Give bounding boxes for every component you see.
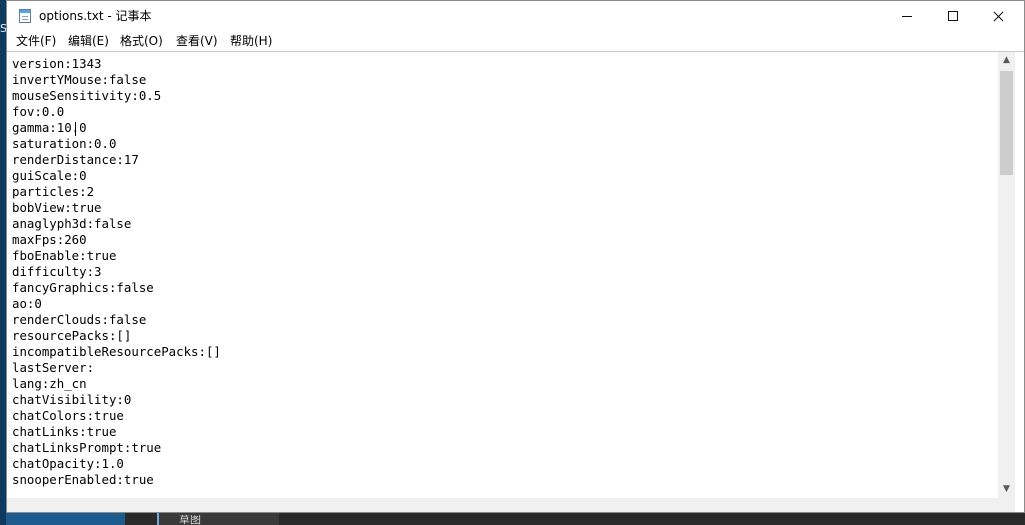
maximize-button[interactable] — [930, 1, 976, 31]
text-line[interactable]: guiScale:0 — [7, 168, 997, 184]
text-line[interactable]: incompatibleResourcePacks:[] — [7, 344, 997, 360]
horizontal-scrollbar[interactable] — [7, 498, 998, 512]
menu-view[interactable]: 查看(V) — [176, 34, 218, 48]
text-line[interactable]: invertYMouse:false — [7, 72, 997, 88]
text-line[interactable]: anaglyph3d:false — [7, 216, 997, 232]
text-line[interactable]: bobView:true — [7, 200, 997, 216]
notepad-window: options.txt - 记事本 文件(F) 编辑(E) 格式(O) 查看(V… — [6, 0, 1025, 513]
text-line[interactable]: resourcePacks:[] — [7, 328, 997, 344]
vertical-scrollbar[interactable]: ▲ ▼ — [998, 52, 1015, 498]
text-line[interactable]: lang:zh_cn — [7, 376, 997, 392]
text-line[interactable]: chatLinksPrompt:true — [7, 440, 997, 456]
text-line[interactable]: fboEnable:true — [7, 248, 997, 264]
title-bar[interactable]: options.txt - 记事本 — [7, 1, 1024, 31]
chevron-up-icon[interactable]: ▲ — [998, 52, 1015, 69]
text-caret — [75, 122, 76, 136]
text-line[interactable]: gamma:10.0 — [7, 120, 997, 136]
text-line[interactable]: chatLinks:true — [7, 424, 997, 440]
chevron-down-icon[interactable]: ▼ — [998, 481, 1015, 498]
text-line[interactable]: version:1343 — [7, 56, 997, 72]
text-line[interactable]: mouseSensitivity:0.5 — [7, 88, 997, 104]
menu-help[interactable]: 帮助(H) — [230, 34, 272, 48]
menu-bar: 文件(F) 编辑(E) 格式(O) 查看(V) 帮助(H) — [7, 31, 1024, 51]
scrollbar-corner — [998, 498, 1015, 512]
taskbar-item-label: 草图 — [179, 515, 201, 525]
text-line[interactable]: renderDistance:17 — [7, 152, 997, 168]
taskbar-item[interactable]: 草图 — [157, 513, 279, 525]
text-line[interactable]: fancyGraphics:false — [7, 280, 997, 296]
text-line[interactable]: fov:0.0 — [7, 104, 997, 120]
close-button[interactable] — [976, 1, 1022, 31]
menu-file[interactable]: 文件(F) — [16, 34, 56, 48]
text-line[interactable]: chatOpacity:1.0 — [7, 456, 997, 472]
text-line[interactable]: chatColors:true — [7, 408, 997, 424]
scrollbar-thumb[interactable] — [1000, 71, 1013, 175]
minimize-button[interactable] — [884, 1, 930, 31]
text-content[interactable]: version:1343 invertYMouse:false mouseSensi… — [7, 52, 997, 512]
menu-edit[interactable]: 编辑(E) — [68, 34, 109, 48]
text-line[interactable]: renderClouds:false — [7, 312, 997, 328]
text-line[interactable]: particles:2 — [7, 184, 997, 200]
text-line[interactable]: ao:0 — [7, 296, 997, 312]
text-line[interactable]: snooperEnabled:true — [7, 472, 997, 488]
text-line[interactable]: lastServer: — [7, 360, 997, 376]
menu-format[interactable]: 格式(O) — [120, 34, 163, 48]
text-line[interactable]: saturation:0.0 — [7, 136, 997, 152]
editor-area[interactable]: version:1343 invertYMouse:false mouseSensi… — [7, 51, 1024, 512]
text-line[interactable]: maxFps:260 — [7, 232, 997, 248]
notepad-icon[interactable] — [19, 9, 31, 23]
text-line[interactable]: chatVisibility:0 — [7, 392, 997, 408]
window-title: options.txt - 记事本 — [39, 9, 152, 23]
text-line[interactable]: difficulty:3 — [7, 264, 997, 280]
